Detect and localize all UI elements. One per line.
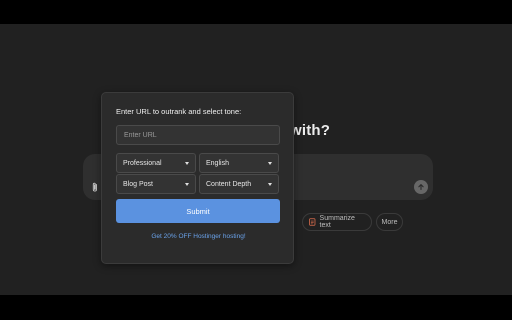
tone-value: Professional bbox=[123, 159, 162, 167]
paperclip-icon[interactable] bbox=[89, 180, 101, 194]
content-depth-value: Content Depth bbox=[206, 180, 252, 188]
chevron-down-icon bbox=[185, 182, 189, 186]
chevron-down-icon bbox=[185, 161, 189, 165]
summarize-text-chip[interactable]: Summarize text bbox=[302, 213, 372, 231]
more-label: More bbox=[381, 218, 398, 226]
chevron-down-icon bbox=[268, 161, 272, 165]
popup-title: Enter URL to outrank and select tone: bbox=[116, 107, 242, 116]
promo-link[interactable]: Get 20% OFF Hostinger hosting! bbox=[102, 233, 295, 240]
summarize-text-label: Summarize text bbox=[319, 215, 355, 229]
document-icon bbox=[309, 218, 316, 226]
submit-button[interactable]: Submit bbox=[116, 199, 280, 223]
content-depth-select[interactable]: Content Depth bbox=[199, 174, 279, 194]
url-input[interactable] bbox=[116, 125, 280, 145]
chat-page: with? Summarize text More Enter URL to o… bbox=[0, 24, 512, 295]
tone-select[interactable]: Professional bbox=[116, 153, 196, 173]
more-chip[interactable]: More bbox=[376, 213, 403, 231]
arrow-up-icon bbox=[418, 184, 424, 191]
content-type-select[interactable]: Blog Post bbox=[116, 174, 196, 194]
language-value: English bbox=[206, 159, 229, 167]
chevron-down-icon bbox=[268, 182, 272, 186]
page-heading: with? bbox=[290, 122, 331, 139]
send-button[interactable] bbox=[414, 180, 428, 194]
content-type-value: Blog Post bbox=[123, 180, 153, 188]
seo-popup: Enter URL to outrank and select tone: Pr… bbox=[101, 92, 294, 264]
language-select[interactable]: English bbox=[199, 153, 279, 173]
